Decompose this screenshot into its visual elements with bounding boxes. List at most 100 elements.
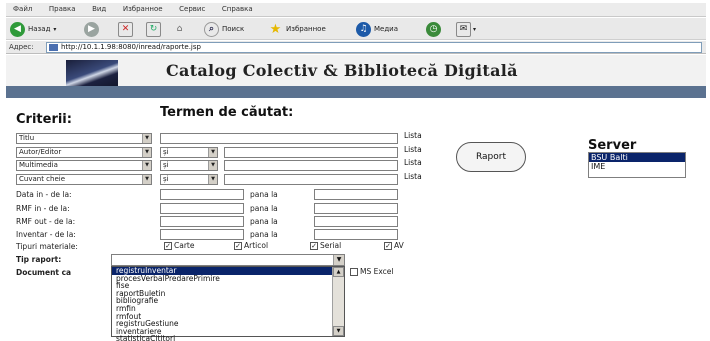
operator-select[interactable]: și ▼ (160, 147, 218, 158)
dropdown-option[interactable]: procesVerbalPredarePrimire (112, 274, 344, 283)
checkbox-checked-icon[interactable]: ✓ (384, 242, 392, 250)
mail-button[interactable]: ✉ ▾ (456, 21, 476, 37)
menu-help[interactable]: Справка (215, 3, 260, 15)
rmf-in-from-input[interactable] (160, 203, 244, 214)
criteria-field-select[interactable]: Autor/Editor ▼ (16, 147, 152, 158)
server-option[interactable]: IME (589, 162, 685, 171)
inventar-to-input[interactable] (314, 229, 398, 240)
lista-link[interactable]: Lista (404, 131, 422, 140)
menu-favorites[interactable]: Избранное (116, 3, 170, 15)
favorites-label: Избранное (286, 25, 326, 33)
date-to-input[interactable] (314, 189, 398, 200)
rmf-out-from-input[interactable] (160, 216, 244, 227)
termen-input[interactable] (160, 133, 398, 144)
tip-raport-label: Tip raport: (16, 255, 62, 264)
chevron-down-icon: ▼ (333, 255, 344, 265)
operator-select[interactable]: și ▼ (160, 174, 218, 185)
refresh-icon: ↻ (146, 21, 161, 37)
forward-arrow-icon: ▶ (84, 21, 99, 37)
operator-value: și (163, 175, 169, 183)
media-button[interactable]: ♫ Медиа (356, 21, 398, 37)
criteria-field-value: Multimedia (19, 161, 58, 169)
menu-file[interactable]: Файл (6, 3, 39, 15)
tip-av-checkbox[interactable]: ✓ AV (384, 241, 404, 250)
scroll-up-icon[interactable]: ▲ (333, 267, 344, 277)
tip-carte-checkbox[interactable]: ✓ Carte (164, 241, 194, 250)
lista-link[interactable]: Lista (404, 158, 422, 167)
rmf-in-to-input[interactable] (314, 203, 398, 214)
criteria-field-value: Titlu (19, 134, 35, 142)
page-title: Catalog Colectiv & Bibliotecă Digitală (166, 61, 518, 80)
tip-serial-checkbox[interactable]: ✓ Serial (310, 241, 341, 250)
tipuri-label: Tipuri materiale: (16, 242, 78, 251)
chevron-down-icon: ▾ (473, 25, 477, 33)
server-heading: Server (588, 138, 637, 153)
document-label: Document ca (16, 268, 72, 277)
server-listbox[interactable]: BSU Balti IME (588, 152, 686, 178)
checkbox-checked-icon[interactable]: ✓ (310, 242, 318, 250)
server-option[interactable]: BSU Balti (589, 153, 685, 162)
checkbox-icon[interactable] (350, 268, 358, 276)
checkbox-checked-icon[interactable]: ✓ (234, 242, 242, 250)
inventar-range-label: Inventar - de la: (16, 230, 76, 239)
raport-button[interactable]: Raport (456, 142, 526, 172)
menu-tools[interactable]: Сервис (172, 3, 212, 15)
chevron-down-icon: ▼ (208, 161, 217, 170)
dropdown-scrollbar[interactable]: ▲ ▼ (332, 267, 344, 336)
excel-label: MS Excel (360, 267, 394, 276)
chevron-down-icon: ▾ (53, 25, 57, 33)
search-button[interactable]: ⌕ Поиск (204, 21, 244, 37)
menu-bar: Файл Правка Вид Избранное Сервис Справка (6, 3, 706, 17)
date-to-label: pana la (250, 190, 278, 199)
rmf-out-to-label: pana la (250, 217, 278, 226)
dropdown-option[interactable]: statisticaCititori (112, 335, 344, 341)
tip-raport-select[interactable]: ▼ (111, 254, 345, 266)
criteria-field-select[interactable]: Titlu ▼ (16, 133, 152, 144)
dropdown-option[interactable]: rmfin (112, 305, 344, 313)
operator-select[interactable]: și ▼ (160, 160, 218, 171)
inventar-from-input[interactable] (160, 229, 244, 240)
tip-articol-label: Articol (244, 241, 269, 250)
criterii-heading: Criterii: (16, 112, 72, 127)
menu-view[interactable]: Вид (85, 3, 113, 15)
lista-link[interactable]: Lista (404, 145, 422, 154)
termen-input[interactable] (224, 160, 398, 171)
excel-option[interactable]: MS Excel (350, 267, 393, 276)
stop-button[interactable]: ✕ (118, 21, 133, 37)
date-from-input[interactable] (160, 189, 244, 200)
address-input[interactable]: http://10.1.1.98:8080/inread/raporte.jsp (46, 42, 702, 53)
search-label: Поиск (222, 25, 245, 33)
lista-link[interactable]: Lista (404, 172, 422, 181)
menu-edit[interactable]: Правка (42, 3, 83, 15)
search-icon: ⌕ (204, 21, 219, 37)
termen-input[interactable] (224, 147, 398, 158)
address-label: Адрес: (9, 43, 34, 51)
forward-button[interactable]: ▶ (84, 21, 102, 37)
rmf-in-range-label: RMF in - de la: (16, 204, 70, 213)
refresh-button[interactable]: ↻ (146, 21, 161, 37)
chevron-down-icon: ▼ (142, 175, 151, 184)
tip-raport-dropdown[interactable]: registruInventar procesVerbalPredarePrim… (111, 266, 345, 341)
operator-value: și (163, 148, 169, 156)
tip-av-label: AV (394, 241, 404, 250)
favorites-button[interactable]: ★ Избранное (268, 21, 326, 37)
history-button[interactable]: ◷ (426, 21, 444, 37)
home-button[interactable]: ⌂ (172, 21, 187, 37)
dropdown-option[interactable]: bibliografie (112, 297, 344, 305)
checkbox-checked-icon[interactable]: ✓ (164, 242, 172, 250)
rmf-out-range-label: RMF out - de la: (16, 217, 76, 226)
back-button[interactable]: ◀ Назад ▾ (10, 21, 56, 37)
criteria-field-select[interactable]: Multimedia ▼ (16, 160, 152, 171)
browser-toolbar: ◀ Назад ▾ ▶ ✕ ↻ ⌂ ⌕ Поиск ★ Избранное ♫ … (6, 18, 706, 40)
scroll-down-icon[interactable]: ▼ (333, 326, 344, 336)
criteria-field-value: Autor/Editor (19, 148, 62, 156)
termen-input[interactable] (224, 174, 398, 185)
rmf-out-to-input[interactable] (314, 216, 398, 227)
chevron-down-icon: ▼ (142, 134, 151, 143)
header-band (6, 86, 706, 98)
media-label: Медиа (374, 25, 399, 33)
tip-articol-checkbox[interactable]: ✓ Articol (234, 241, 268, 250)
stop-icon: ✕ (118, 21, 133, 37)
back-label: Назад (28, 25, 51, 33)
criteria-field-select[interactable]: Cuvant cheie ▼ (16, 174, 152, 185)
